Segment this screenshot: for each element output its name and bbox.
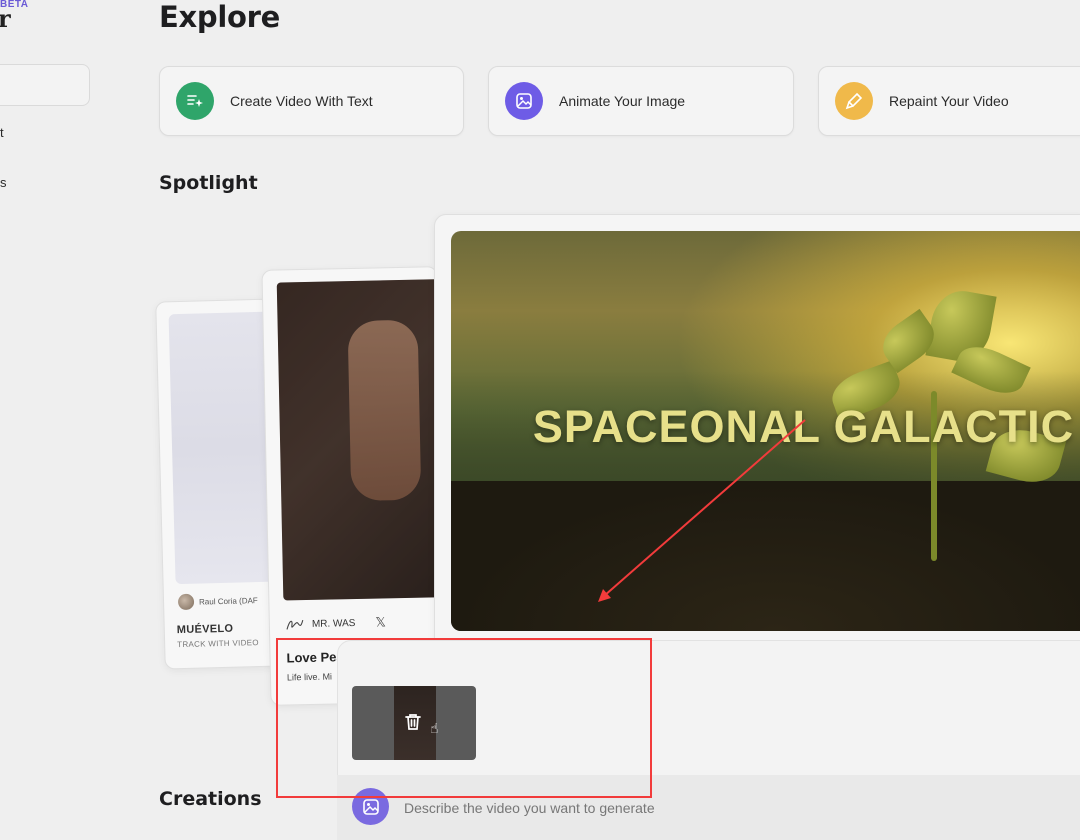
author-name: Raul Coria (DAF (198, 595, 258, 607)
attached-image-thumbnail[interactable]: ☝ (352, 686, 476, 760)
card-subtitle: Life live. Mi (286, 671, 333, 683)
creations-heading: Creations (159, 788, 262, 810)
create-video-with-text-button[interactable]: Create Video With Text (159, 66, 464, 136)
signature-logo-icon (286, 619, 304, 630)
prompt-input[interactable] (402, 796, 1046, 820)
card-title: MUÉVELO (176, 622, 234, 637)
pointer-cursor-icon: ☝ (430, 720, 439, 736)
x-social-icon[interactable]: 𝕏 (375, 614, 386, 630)
video-overlay-title: SPACEONAL GALACTIC (532, 401, 1075, 452)
action-label: Animate Your Image (559, 93, 686, 109)
brush-icon (835, 82, 873, 120)
animate-your-image-button[interactable]: Animate Your Image (488, 66, 794, 136)
trash-icon[interactable] (403, 712, 423, 738)
sidebar-item[interactable]: t (0, 125, 4, 140)
repaint-your-video-button[interactable]: Repaint Your Video (818, 66, 1080, 136)
image-icon (505, 82, 543, 120)
card-author: MR. WAS 𝕏 (286, 614, 386, 632)
avatar (177, 593, 195, 611)
card-title: Love Pea (286, 649, 344, 666)
card-author: Raul Coria (DAF (177, 592, 258, 611)
brand-logo[interactable]: r (0, 4, 11, 33)
card-subtitle: TRACK WITH VIDEO (177, 638, 259, 650)
sidebar-item[interactable]: s (0, 175, 7, 190)
video-thumbnail: SPACEONAL GALACTIC (451, 231, 1080, 631)
text-sparkle-icon (176, 82, 214, 120)
action-label: Create Video With Text (230, 93, 373, 109)
sidebar-search-input[interactable] (0, 64, 90, 106)
image-upload-icon[interactable] (352, 788, 389, 825)
author-name: MR. WAS (311, 617, 356, 630)
action-label: Repaint Your Video (889, 93, 1009, 109)
spotlight-featured-card[interactable]: SPACEONAL GALACTIC (434, 214, 1080, 670)
video-thumbnail (276, 279, 446, 601)
page-title: Explore (159, 0, 281, 34)
spotlight-heading: Spotlight (159, 172, 258, 194)
